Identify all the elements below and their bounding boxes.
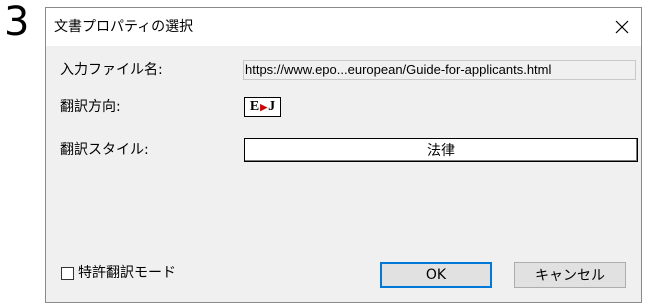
direction-from: E <box>249 99 260 114</box>
translation-direction-badge[interactable]: E ▶ J <box>244 97 281 117</box>
ok-button[interactable]: OK <box>380 262 492 288</box>
translation-direction-label: 翻訳方向: <box>60 99 121 115</box>
patent-mode-checkbox[interactable]: 特許翻訳モード <box>61 264 176 282</box>
checkbox-box[interactable] <box>61 266 74 280</box>
translation-style-label: 翻訳スタイル: <box>60 142 149 158</box>
patent-mode-label: 特許翻訳モード <box>78 265 176 281</box>
dialog-title: 文書プロパティの選択 <box>54 19 194 35</box>
cancel-button[interactable]: キャンセル <box>514 262 626 288</box>
step-number: 3 <box>4 0 30 45</box>
dialog-titlebar: 文書プロパティの選択 <box>46 8 641 46</box>
input-file-label: 入力ファイル名: <box>60 62 163 78</box>
close-button[interactable] <box>607 12 637 42</box>
translation-style-button[interactable]: 法律 <box>244 138 638 162</box>
input-file-path: https://www.epo...european/Guide-for-app… <box>243 60 636 80</box>
document-properties-dialog: 文書プロパティの選択 入力ファイル名: https://www.epo...eu… <box>45 7 642 303</box>
direction-arrow-icon: ▶ <box>260 102 268 112</box>
direction-to: J <box>268 99 276 114</box>
close-icon <box>615 20 629 34</box>
